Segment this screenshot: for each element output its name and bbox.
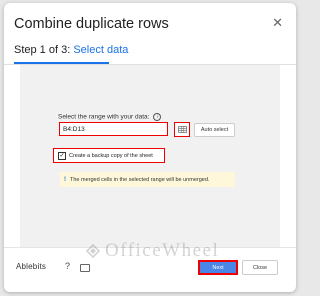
info-icon[interactable]: i <box>153 113 162 121</box>
merged-cells-notice: ! The merged cells in the selected range… <box>60 172 235 187</box>
notice-text: The merged cells in the selected range w… <box>70 176 210 183</box>
range-input[interactable] <box>59 122 168 136</box>
step-indicator: Step 1 of 3: Select data <box>14 44 128 56</box>
grid-icon-svg <box>177 126 187 133</box>
step-select-data-link[interactable]: Select data <box>73 44 128 56</box>
ablebits-brand: Ablebits <box>16 262 47 271</box>
dialog-title: Combine duplicate rows <box>14 16 169 32</box>
officewheel-watermark: OfficeWheel <box>84 240 219 262</box>
backup-checkbox[interactable]: ✓ <box>58 151 66 160</box>
step-prefix: Step 1 of 3: <box>14 44 71 56</box>
range-label-text: Select the range with your data: <box>58 113 150 121</box>
help-icon[interactable]: ? <box>65 261 70 271</box>
grid-select-icon[interactable] <box>174 122 190 137</box>
watermark-text: OfficeWheel <box>105 240 220 261</box>
close-icon[interactable]: ✕ <box>272 16 283 29</box>
next-button[interactable]: Next <box>198 260 238 275</box>
backup-checkbox-row[interactable]: ✓ Create a backup copy of the sheet <box>53 148 165 163</box>
feedback-icon[interactable] <box>80 264 90 272</box>
auto-select-button[interactable]: Auto select <box>194 123 235 137</box>
watermark-logo-icon <box>85 243 101 259</box>
range-label: Select the range with your data: i <box>58 113 162 121</box>
notice-info-icon: ! <box>64 176 66 183</box>
close-button[interactable]: Close <box>242 260 278 275</box>
backup-label: Create a backup copy of the sheet <box>69 152 153 159</box>
